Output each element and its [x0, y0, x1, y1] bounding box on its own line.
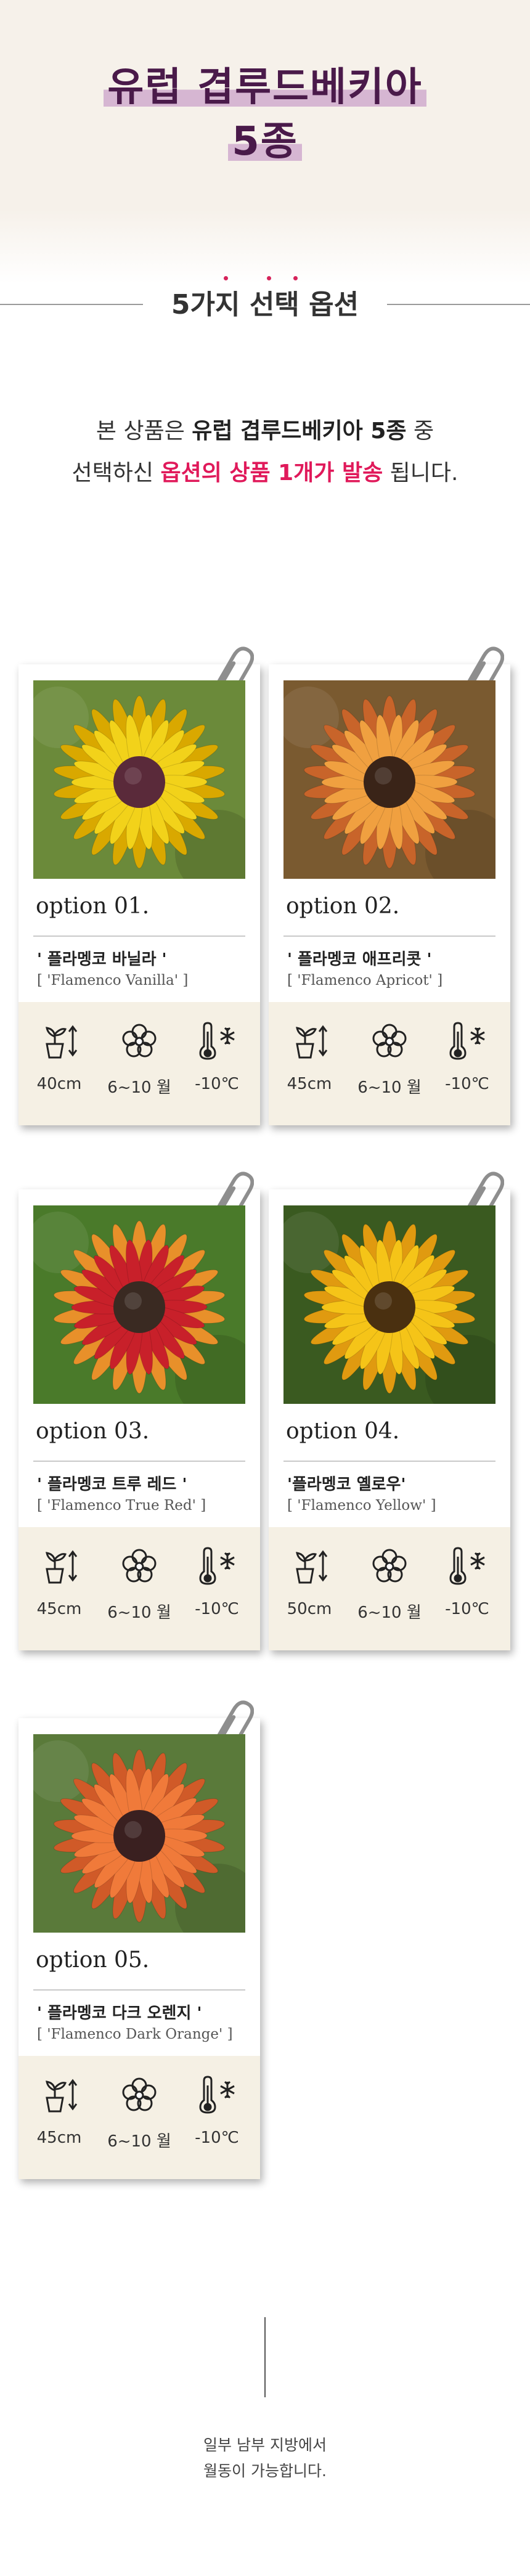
thermometer-snow-icon [194, 1544, 237, 1588]
flower-icon [368, 1019, 411, 1062]
option-card[interactable]: option 04. '플라멩코 옐로우' [ 'Flamenco Yellow' … [269, 1172, 510, 1650]
card-divider [33, 935, 245, 937]
card-divider [33, 1989, 245, 1991]
plant-height-icon [38, 1019, 81, 1062]
flower-photo [33, 1734, 245, 1933]
hero-fade [0, 210, 530, 283]
product-name-korean: ' 플라멩코 바닐라 ' [37, 950, 167, 969]
spec-height: 45cm [287, 1075, 332, 1093]
page-title-line-2: 5종 [0, 110, 530, 166]
spec-bloom: 6~10 월 [107, 2132, 171, 2151]
thermometer-snow-icon [194, 1019, 237, 1062]
page-title-line-1: 유럽 겹루드베키아 [0, 55, 530, 112]
card-divider [283, 935, 495, 937]
flower-photo [33, 1205, 245, 1404]
spec-height: 50cm [287, 1600, 332, 1618]
section-title: 5가지 선택 옵션 [0, 282, 530, 322]
option-card[interactable]: option 02. ' 플라멩코 애프리콧 ' [ 'Flamenco Apric… [269, 646, 510, 1125]
plant-height-icon [38, 2073, 81, 2116]
flower-photo [283, 1205, 495, 1404]
spec-bloom: 6~10 월 [357, 1078, 422, 1097]
spec-bloom: 6~10 월 [357, 1604, 422, 1622]
spec-panel: 45cm 6~10 월 -10℃ [18, 1527, 260, 1650]
spec-temperature: -10℃ [445, 1600, 489, 1618]
option-label: option 05. [36, 1947, 150, 1973]
footer-note-line-1: 일부 남부 지방에서 [203, 2436, 327, 2454]
spec-temperature: -10℃ [445, 1075, 489, 1093]
product-name-english: [ 'Flamenco Yellow' ] [287, 1498, 436, 1514]
footer-note-line-2: 월동이 가능합니다. [203, 2462, 327, 2480]
spec-panel: 50cm 6~10 월 -10℃ [269, 1527, 510, 1650]
plant-height-icon [288, 1019, 332, 1062]
thermometer-snow-icon [444, 1544, 487, 1588]
footer-divider [264, 2317, 266, 2397]
spec-bloom: 6~10 월 [107, 1604, 171, 1622]
product-name-english: [ 'Flamenco Apricot' ] [287, 972, 443, 988]
card-divider [33, 1461, 245, 1462]
flower-photo [283, 680, 495, 879]
spec-bloom: 6~10 월 [107, 1078, 171, 1097]
flower-icon [118, 1544, 161, 1588]
spec-panel: 45cm 6~10 월 -10℃ [269, 1002, 510, 1125]
flower-icon [368, 1544, 411, 1588]
spec-panel: 45cm 6~10 월 -10℃ [18, 2056, 260, 2179]
product-name-korean: ' 플라멩코 애프리콧 ' [287, 950, 432, 969]
product-name-korean: '플라멩코 옐로우' [287, 1475, 406, 1494]
spec-height: 45cm [36, 1600, 82, 1618]
flower-icon [118, 2073, 161, 2116]
flower-icon [118, 1019, 161, 1062]
spec-temperature: -10℃ [195, 2129, 239, 2147]
option-card[interactable]: option 01. ' 플라멩코 바닐라 ' [ 'Flamenco Vanill… [18, 646, 260, 1125]
spec-temperature: -10℃ [195, 1600, 239, 1618]
option-card[interactable]: option 03. ' 플라멩코 트루 레드 ' [ 'Flamenco True… [18, 1172, 260, 1650]
option-label: option 01. [36, 894, 150, 919]
description-line-2: 선택하신 옵션의 상품 1개가 발송 됩니다. [71, 460, 459, 486]
plant-height-icon [288, 1544, 332, 1588]
product-name-english: [ 'Flamenco True Red' ] [37, 1498, 206, 1514]
thermometer-snow-icon [444, 1019, 487, 1062]
spec-height: 40cm [36, 1075, 82, 1093]
product-name-korean: ' 플라멩코 다크 오렌지 ' [37, 2004, 202, 2023]
product-name-english: [ 'Flamenco Vanilla' ] [37, 972, 189, 988]
option-label: option 02. [286, 894, 400, 919]
spec-height: 45cm [36, 2129, 82, 2147]
option-label: option 04. [286, 1419, 400, 1444]
spec-panel: 40cm 6~10 월 -10℃ [18, 1002, 260, 1125]
product-name-english: [ 'Flamenco Dark Orange' ] [37, 2026, 233, 2042]
description-line-1: 본 상품은 유럽 겹루드베키아 5종 중 [96, 418, 434, 444]
product-name-korean: ' 플라멩코 트루 레드 ' [37, 1475, 187, 1494]
flower-photo [33, 680, 245, 879]
thermometer-snow-icon [194, 2073, 237, 2116]
emphasis-dot [293, 276, 298, 280]
option-label: option 03. [36, 1419, 150, 1444]
option-card[interactable]: option 05. ' 플라멩코 다크 오렌지 ' [ 'Flamenco Dar… [18, 1700, 260, 2179]
spec-temperature: -10℃ [195, 1075, 239, 1093]
emphasis-dot [267, 276, 271, 280]
emphasis-dot [224, 276, 228, 280]
plant-height-icon [38, 1544, 81, 1588]
card-divider [283, 1461, 495, 1462]
